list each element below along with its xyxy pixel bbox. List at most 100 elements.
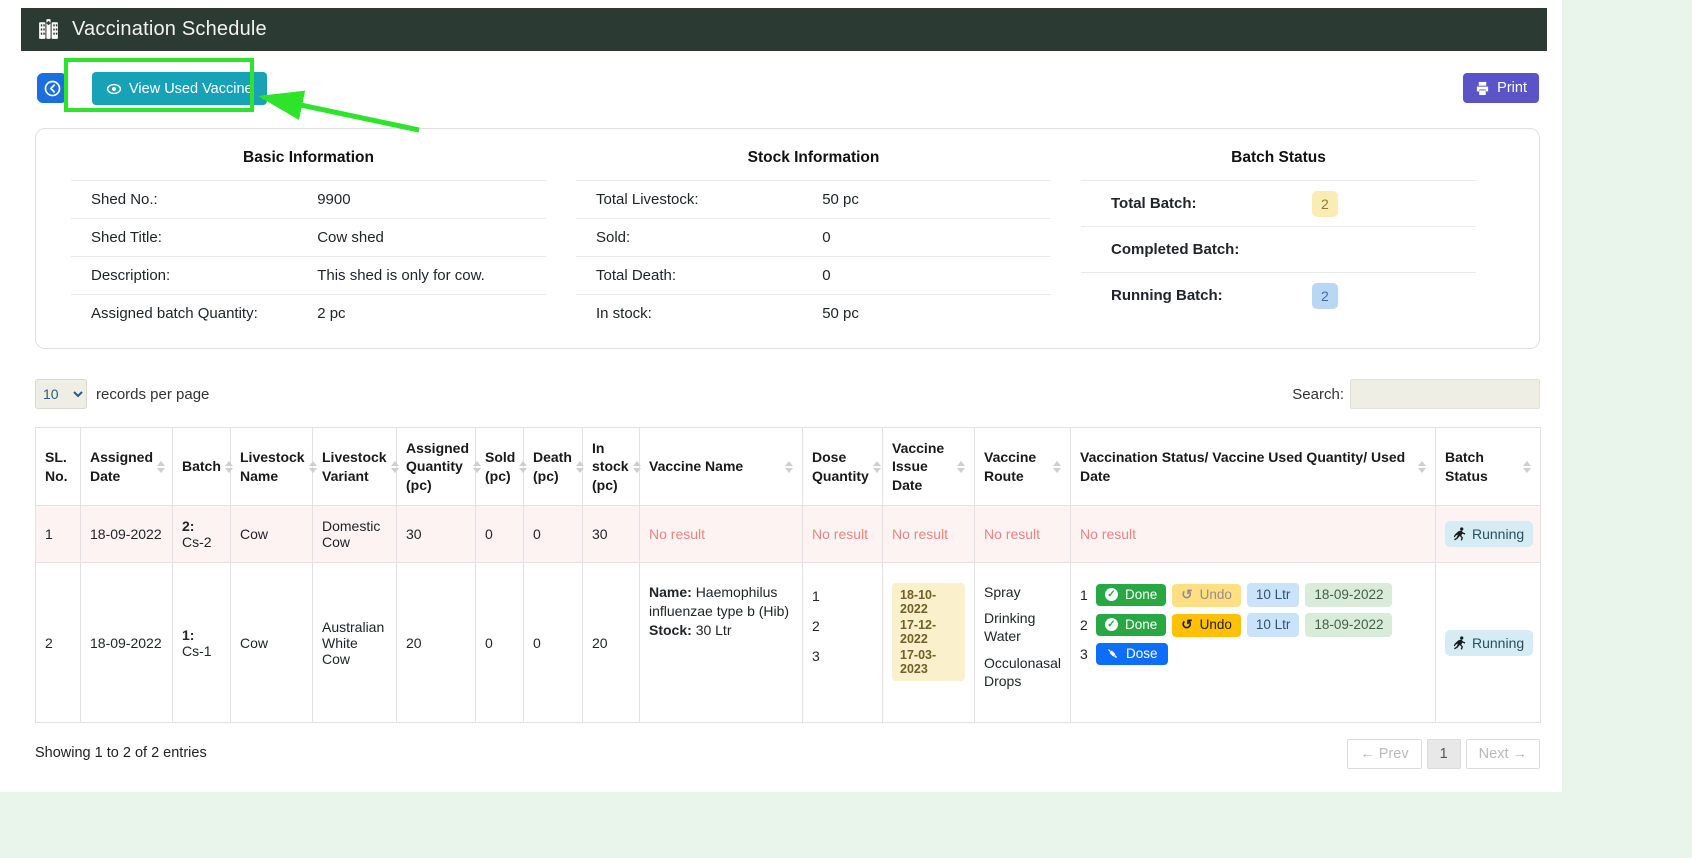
vaccine-stock-label: Stock: — [649, 622, 692, 638]
col-header-assigned-quantity[interactable]: Assigned Quantity (pc) — [397, 428, 476, 506]
running-status-badge: Running — [1445, 630, 1533, 656]
cell-vaccine-route: No result — [975, 506, 1071, 563]
route-item: Drinking Water — [984, 609, 1061, 645]
syringe-icon — [1106, 647, 1119, 660]
sort-icon — [473, 461, 481, 473]
info-row: Total Death: 0 — [576, 256, 1051, 294]
info-label: In stock: — [596, 305, 822, 322]
issue-date-badge: 17-03-2023 — [892, 643, 965, 681]
cell-assigned-qty: 20 — [397, 563, 476, 723]
col-header-vaccination-status[interactable]: Vaccination Status/ Vaccine Used Quantit… — [1071, 428, 1436, 506]
done-button[interactable]: ✓ Done — [1096, 584, 1166, 606]
col-header-livestock-variant[interactable]: Livestock Variant — [313, 428, 397, 506]
info-label: Total Batch: — [1111, 195, 1312, 212]
sort-icon — [225, 461, 233, 473]
sort-icon — [1523, 461, 1531, 473]
next-page-button[interactable]: Next → — [1466, 739, 1540, 769]
batch-number: 1: — [182, 627, 221, 643]
table-header-row: SL. No. Assigned Date Batch Livestock Na… — [36, 428, 1541, 506]
cell-assigned-date: 18-09-2022 — [81, 506, 173, 563]
eye-icon — [106, 81, 122, 97]
info-label: Sold: — [596, 229, 822, 246]
main-content: Vaccination Schedule View Used Vaccine — [0, 0, 1562, 792]
view-used-vaccine-button[interactable]: View Used Vaccine — [92, 72, 267, 105]
col-header-in-stock[interactable]: In stock (pc) — [583, 428, 640, 506]
status-line: 2 ✓ Done ↺ Undo 10 Ltr 18-09-2022 — [1080, 613, 1426, 637]
route-item: Occulonasal Drops — [984, 654, 1061, 690]
summary-panel: Basic Information Shed No.: 9900 Shed Ti… — [35, 128, 1540, 349]
col-header-death[interactable]: Death (pc) — [524, 428, 583, 506]
cell-in-stock: 30 — [583, 506, 640, 563]
cell-dose-quantity: No result — [803, 506, 883, 563]
cell-batch-status: Running — [1436, 506, 1541, 563]
done-button[interactable]: ✓ Done — [1096, 614, 1166, 636]
done-label: Done — [1125, 587, 1157, 602]
print-button[interactable]: Print — [1463, 73, 1539, 103]
col-header-batch-status[interactable]: Batch Status — [1436, 428, 1541, 506]
dose-button[interactable]: Dose — [1096, 643, 1168, 665]
sort-icon — [957, 461, 965, 473]
cell-batch: 1: Cs-1 — [173, 563, 231, 723]
cell-vaccine-name: Name: Haemophilus influenzae type b (Hib… — [640, 563, 803, 723]
batch-status-title: Batch Status — [1081, 149, 1476, 167]
undo-label: Undo — [1200, 617, 1232, 632]
running-batch-badge: 2 — [1312, 283, 1338, 309]
info-row: Total Livestock: 50 pc — [576, 180, 1051, 218]
dose-label: Dose — [1126, 646, 1158, 661]
dose-line-number: 1 — [1080, 587, 1090, 603]
back-button[interactable] — [37, 73, 67, 103]
cell-livestock-variant: Australian White Cow — [313, 563, 397, 723]
info-row: Total Batch: 2 — [1081, 180, 1476, 226]
batch-status-section: Batch Status Total Batch: 2 Completed Ba… — [1066, 143, 1491, 332]
info-value: 0 — [822, 267, 830, 284]
cell-issue-date: No result — [883, 506, 975, 563]
page-size-select[interactable]: 10 — [35, 379, 87, 409]
info-value: 0 — [822, 229, 830, 246]
basic-information-title: Basic Information — [71, 149, 546, 167]
cell-issue-date: 18-10-2022 17-12-2022 17-03-2023 — [883, 563, 975, 723]
col-header-sold[interactable]: Sold (pc) — [476, 428, 524, 506]
cell-sold: 0 — [476, 563, 524, 723]
vaccine-stock-value: 30 Ltr — [696, 622, 732, 638]
route-item: Spray — [984, 583, 1061, 601]
sort-icon — [391, 461, 399, 473]
info-label: Shed Title: — [91, 229, 317, 246]
prev-page-button[interactable]: ← Prev — [1347, 739, 1421, 769]
sort-icon — [873, 461, 881, 473]
sort-icon — [633, 461, 641, 473]
col-header-livestock-name[interactable]: Livestock Name — [231, 428, 313, 506]
undo-icon: ↺ — [1181, 587, 1192, 603]
info-label: Total Death: — [596, 267, 822, 284]
sort-icon — [785, 461, 793, 473]
search-input[interactable] — [1350, 379, 1540, 409]
col-header-vaccine-name[interactable]: Vaccine Name — [640, 428, 803, 506]
vaccine-name-text: Name: Haemophilus influenzae type b (Hib… — [649, 583, 793, 640]
total-batch-badge: 2 — [1312, 191, 1338, 217]
info-value: 2 pc — [317, 305, 345, 322]
used-date-badge: 18-09-2022 — [1305, 613, 1392, 637]
col-header-vaccine-route[interactable]: Vaccine Route — [975, 428, 1071, 506]
col-header-dose-quantity[interactable]: Dose Quantity — [803, 428, 883, 506]
info-value: This shed is only for cow. — [317, 267, 485, 284]
page-1-button[interactable]: 1 — [1427, 739, 1461, 769]
info-label: Shed No.: — [91, 191, 317, 208]
info-label: Completed Batch: — [1111, 241, 1312, 258]
info-row: Shed No.: 9900 — [71, 180, 546, 218]
used-quantity-badge: 10 Ltr — [1247, 613, 1300, 637]
info-label: Total Livestock: — [596, 191, 822, 208]
cell-vaccination-status: No result — [1071, 506, 1436, 563]
arrow-left-circle-icon — [44, 80, 61, 97]
undo-button[interactable]: ↺ Undo — [1172, 614, 1241, 637]
print-label: Print — [1497, 80, 1527, 96]
vaccine-name-label: Name: — [649, 584, 692, 600]
table-row: 1 18-09-2022 2: Cs-2 Cow Domestic Cow 30… — [36, 506, 1541, 563]
batch-code: Cs-2 — [182, 534, 221, 550]
col-header-vaccine-issue-date[interactable]: Vaccine Issue Date — [883, 428, 975, 506]
info-row: Shed Title: Cow shed — [71, 218, 546, 256]
col-header-batch[interactable]: Batch — [173, 428, 231, 506]
cell-vaccination-status: 1 ✓ Done ↺ Undo 10 Ltr 18-09-2022 — [1071, 563, 1436, 723]
col-header-assigned-date[interactable]: Assigned Date — [81, 428, 173, 506]
undo-button[interactable]: ↺ Undo — [1172, 584, 1241, 607]
running-status-badge: Running — [1445, 521, 1533, 547]
info-value: 50 pc — [822, 305, 859, 322]
